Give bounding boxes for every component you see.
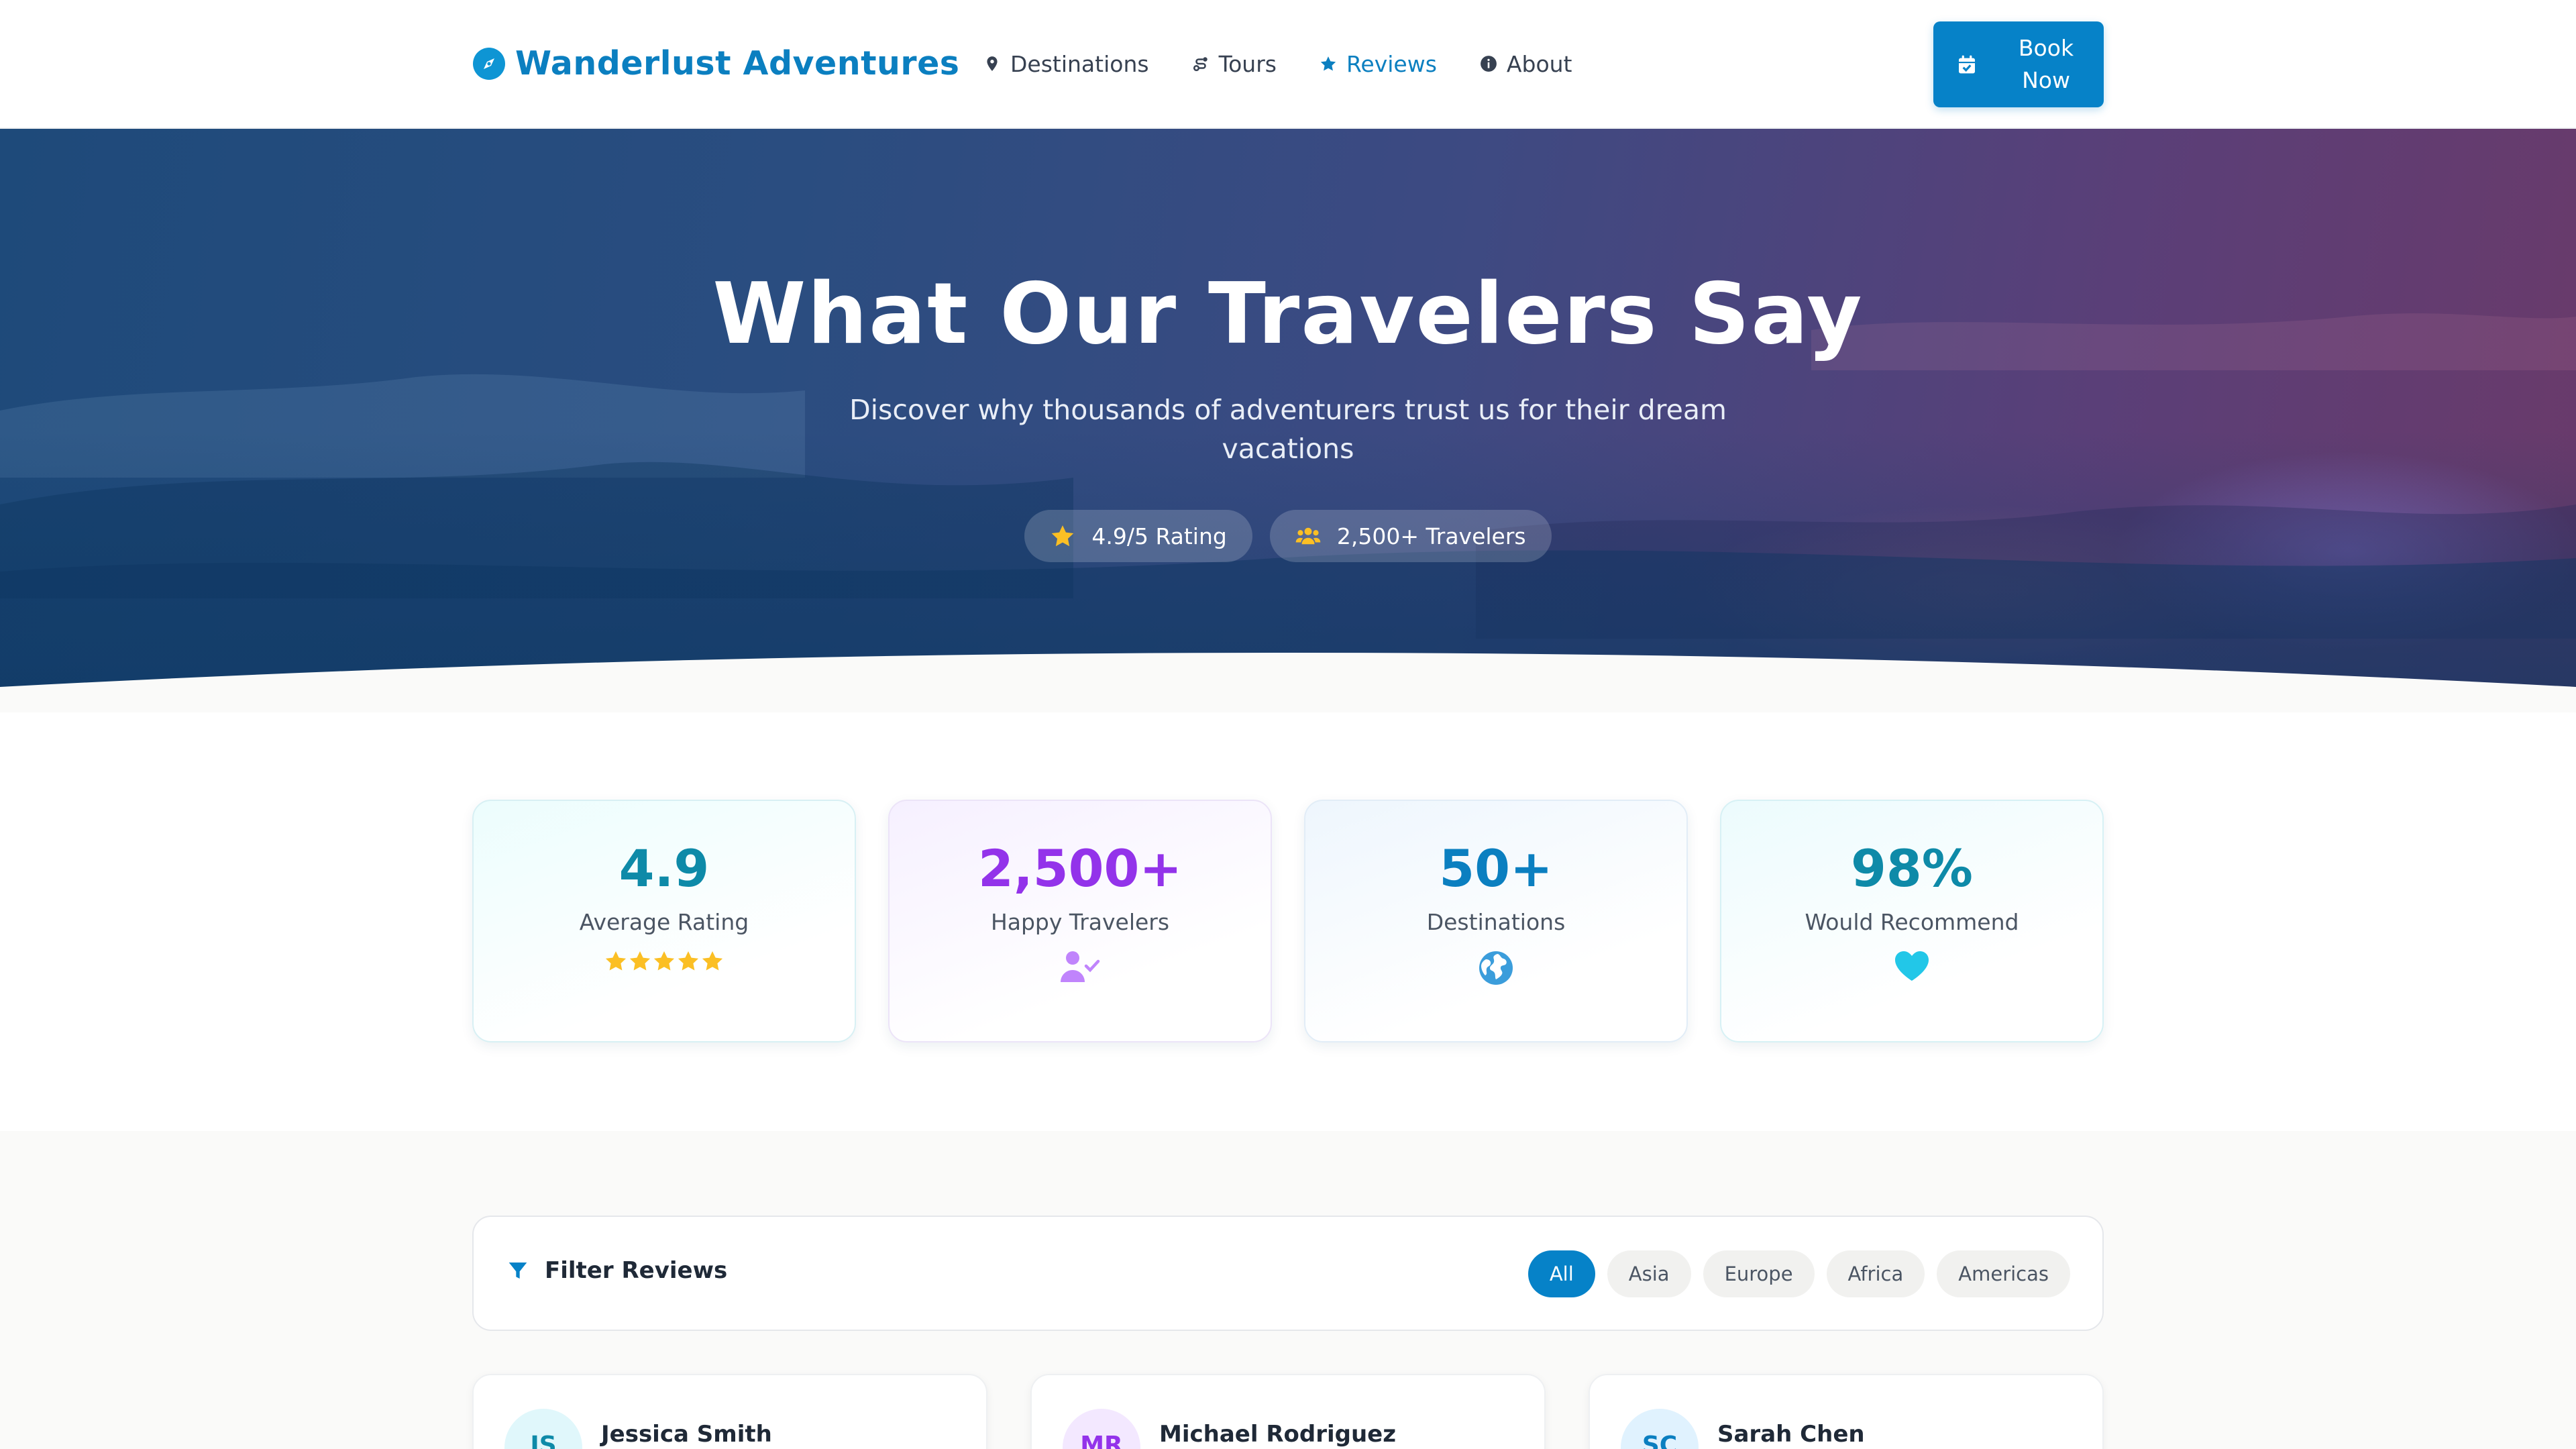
avatar: MR xyxy=(1063,1409,1140,1449)
calendar-check-icon xyxy=(1959,55,1975,74)
filter-bar: Filter Reviews All Asia Europe Africa Am… xyxy=(472,1216,2104,1331)
stat-label: Destinations xyxy=(1426,909,1566,935)
users-icon xyxy=(1295,527,1321,545)
main-nav: Destinations Tours Reviews About xyxy=(983,47,1615,80)
filter-chip-asia[interactable]: Asia xyxy=(1607,1250,1691,1297)
stat-happy-travelers: 2,500+ Happy Travelers xyxy=(888,800,1272,1042)
user-check-icon xyxy=(890,950,1271,985)
hero-badges: 4.9/5 Rating 2,500+ Travelers xyxy=(0,510,2576,562)
stats-section: 4.9 Average Rating 2,500+ Happy Traveler… xyxy=(0,712,2576,1131)
nav-tours-label: Tours xyxy=(1218,50,1277,77)
compass-icon xyxy=(473,47,505,80)
avatar: SC xyxy=(1621,1409,1699,1449)
nav-reviews-label: Reviews xyxy=(1346,50,1437,77)
nav-about-label: About xyxy=(1506,50,1572,77)
map-pin-icon xyxy=(987,56,998,71)
globe-icon xyxy=(1305,950,1686,986)
reviews-page: Wanderlust Adventures Destinations Tours… xyxy=(0,0,2576,1449)
review-card: JS Jessica Smith xyxy=(472,1374,987,1449)
nav-about[interactable]: About xyxy=(1480,47,1572,80)
stat-label: Happy Travelers xyxy=(990,909,1170,935)
stat-average-rating: 4.9 Average Rating xyxy=(472,800,856,1042)
nav-reviews[interactable]: Reviews xyxy=(1320,47,1437,80)
stat-label: Would Recommend xyxy=(1805,909,2019,935)
reviewer-name: Michael Rodriguez xyxy=(1159,1421,1397,1448)
info-icon xyxy=(1481,56,1497,72)
filter-chip-all[interactable]: All xyxy=(1527,1250,1595,1297)
stat-value: 4.9 xyxy=(619,839,710,898)
nav-tours[interactable]: Tours xyxy=(1192,47,1277,80)
site-header: Wanderlust Adventures Destinations Tours… xyxy=(0,0,2576,129)
hero-banner: What Our Travelers Say Discover why thou… xyxy=(0,129,2576,712)
stat-value: 2,500+ xyxy=(977,839,1183,898)
filter-chip-americas[interactable]: Americas xyxy=(1937,1250,2070,1297)
brand[interactable]: Wanderlust Adventures xyxy=(472,44,959,83)
reviewer-name: Sarah Chen xyxy=(1717,1421,1865,1448)
hero-curve-divider xyxy=(0,653,2576,712)
stat-value: 50+ xyxy=(1439,839,1553,898)
five-stars-icon xyxy=(474,950,855,974)
rating-badge-label: 4.9/5 Rating xyxy=(1091,523,1227,549)
rating-badge: 4.9/5 Rating xyxy=(1024,510,1252,562)
nav-destinations-label: Destinations xyxy=(1010,50,1149,77)
travelers-badge: 2,500+ Travelers xyxy=(1269,510,1552,562)
reviewer-name: Jessica Smith xyxy=(601,1421,772,1448)
review-card: MR Michael Rodriguez xyxy=(1030,1374,1546,1449)
star-icon xyxy=(1320,56,1336,71)
route-icon xyxy=(1193,57,1208,72)
filter-title: Filter Reviews xyxy=(507,1257,727,1284)
stat-would-recommend: 98% Would Recommend xyxy=(1720,800,2104,1042)
review-card: SC Sarah Chen xyxy=(1589,1374,2104,1449)
nav-destinations[interactable]: Destinations xyxy=(983,47,1149,80)
book-now-button[interactable]: Book Now xyxy=(1933,21,2104,107)
filter-icon xyxy=(508,1263,527,1279)
filter-title-label: Filter Reviews xyxy=(545,1257,728,1284)
hero-title: What Our Travelers Say xyxy=(712,264,1864,363)
stat-destinations: 50+ Destinations xyxy=(1304,800,1688,1042)
star-icon xyxy=(1052,525,1074,547)
heart-icon xyxy=(1721,950,2102,982)
travelers-badge-label: 2,500+ Travelers xyxy=(1336,523,1526,549)
brand-name: Wanderlust Adventures xyxy=(515,44,960,83)
hero-subtitle: Discover why thousands of adventurers tr… xyxy=(849,394,1727,465)
avatar: JS xyxy=(504,1409,582,1449)
filter-chips: All Asia Europe Africa Americas xyxy=(1527,1250,2070,1297)
book-now-label: Book Now xyxy=(2018,35,2074,93)
filter-chip-europe[interactable]: Europe xyxy=(1703,1250,1815,1297)
stat-value: 98% xyxy=(1851,839,1973,898)
filter-chip-africa[interactable]: Africa xyxy=(1826,1250,1925,1297)
stat-label: Average Rating xyxy=(579,909,749,935)
